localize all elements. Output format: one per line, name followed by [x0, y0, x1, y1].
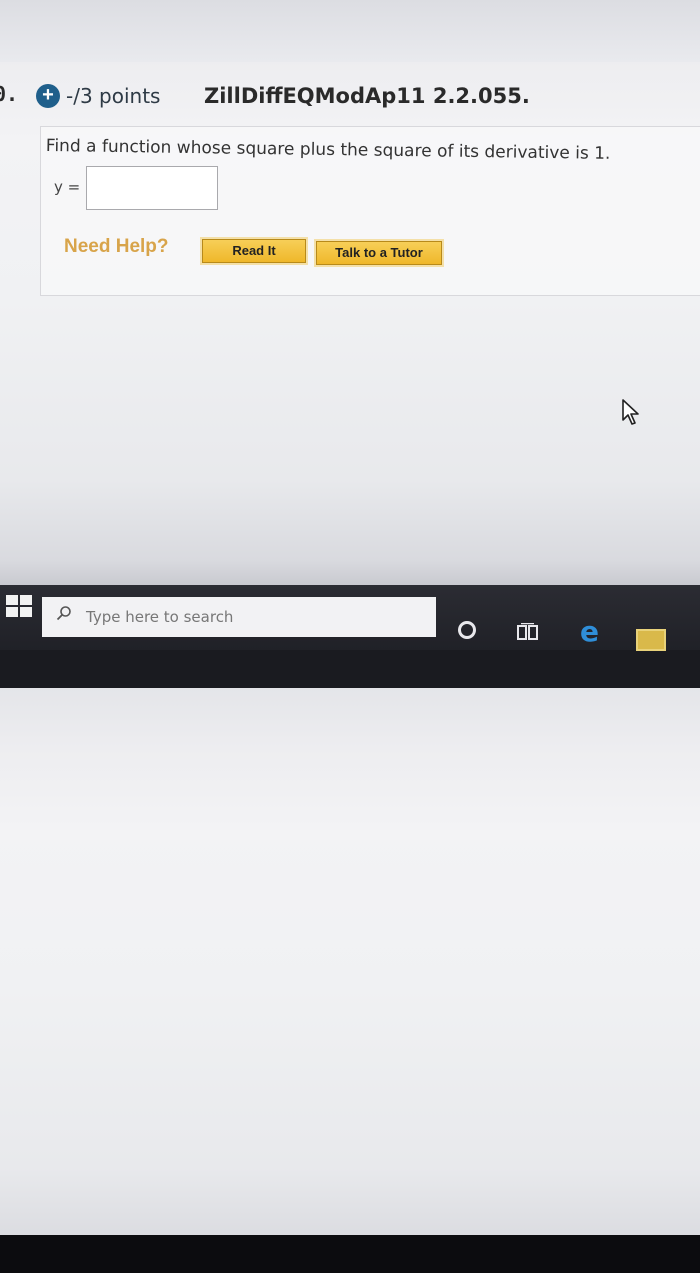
windows-taskbar: Type here to search e — [0, 585, 700, 1273]
screen-top-area — [0, 0, 700, 62]
talk-to-tutor-button[interactable]: Talk to a Tutor — [314, 239, 444, 267]
answer-label: y = — [54, 178, 81, 196]
search-placeholder: Type here to search — [86, 608, 234, 626]
points-label: -/3 points — [66, 84, 161, 108]
monitor-bezel — [0, 1235, 700, 1273]
read-it-button[interactable]: Read It — [200, 237, 308, 265]
answer-input[interactable] — [86, 166, 218, 210]
taskbar-search-box[interactable]: Type here to search — [42, 597, 436, 637]
question-header: 0. + -/3 points ZillDiffEQModAp11 2.2.05… — [0, 72, 700, 118]
edge-icon[interactable]: e — [580, 615, 599, 648]
expand-plus-icon[interactable]: + — [36, 84, 60, 108]
search-icon — [56, 606, 71, 621]
windows-start-icon[interactable] — [6, 595, 34, 619]
need-help-label: Need Help? — [64, 236, 169, 257]
task-view-icon[interactable] — [517, 623, 539, 641]
question-id: ZillDiffEQModAp11 2.2.055. — [204, 84, 530, 108]
cortana-icon[interactable] — [458, 621, 476, 639]
question-number: 0. — [0, 82, 19, 106]
file-explorer-icon[interactable] — [636, 629, 666, 651]
mouse-pointer-icon — [622, 399, 639, 425]
